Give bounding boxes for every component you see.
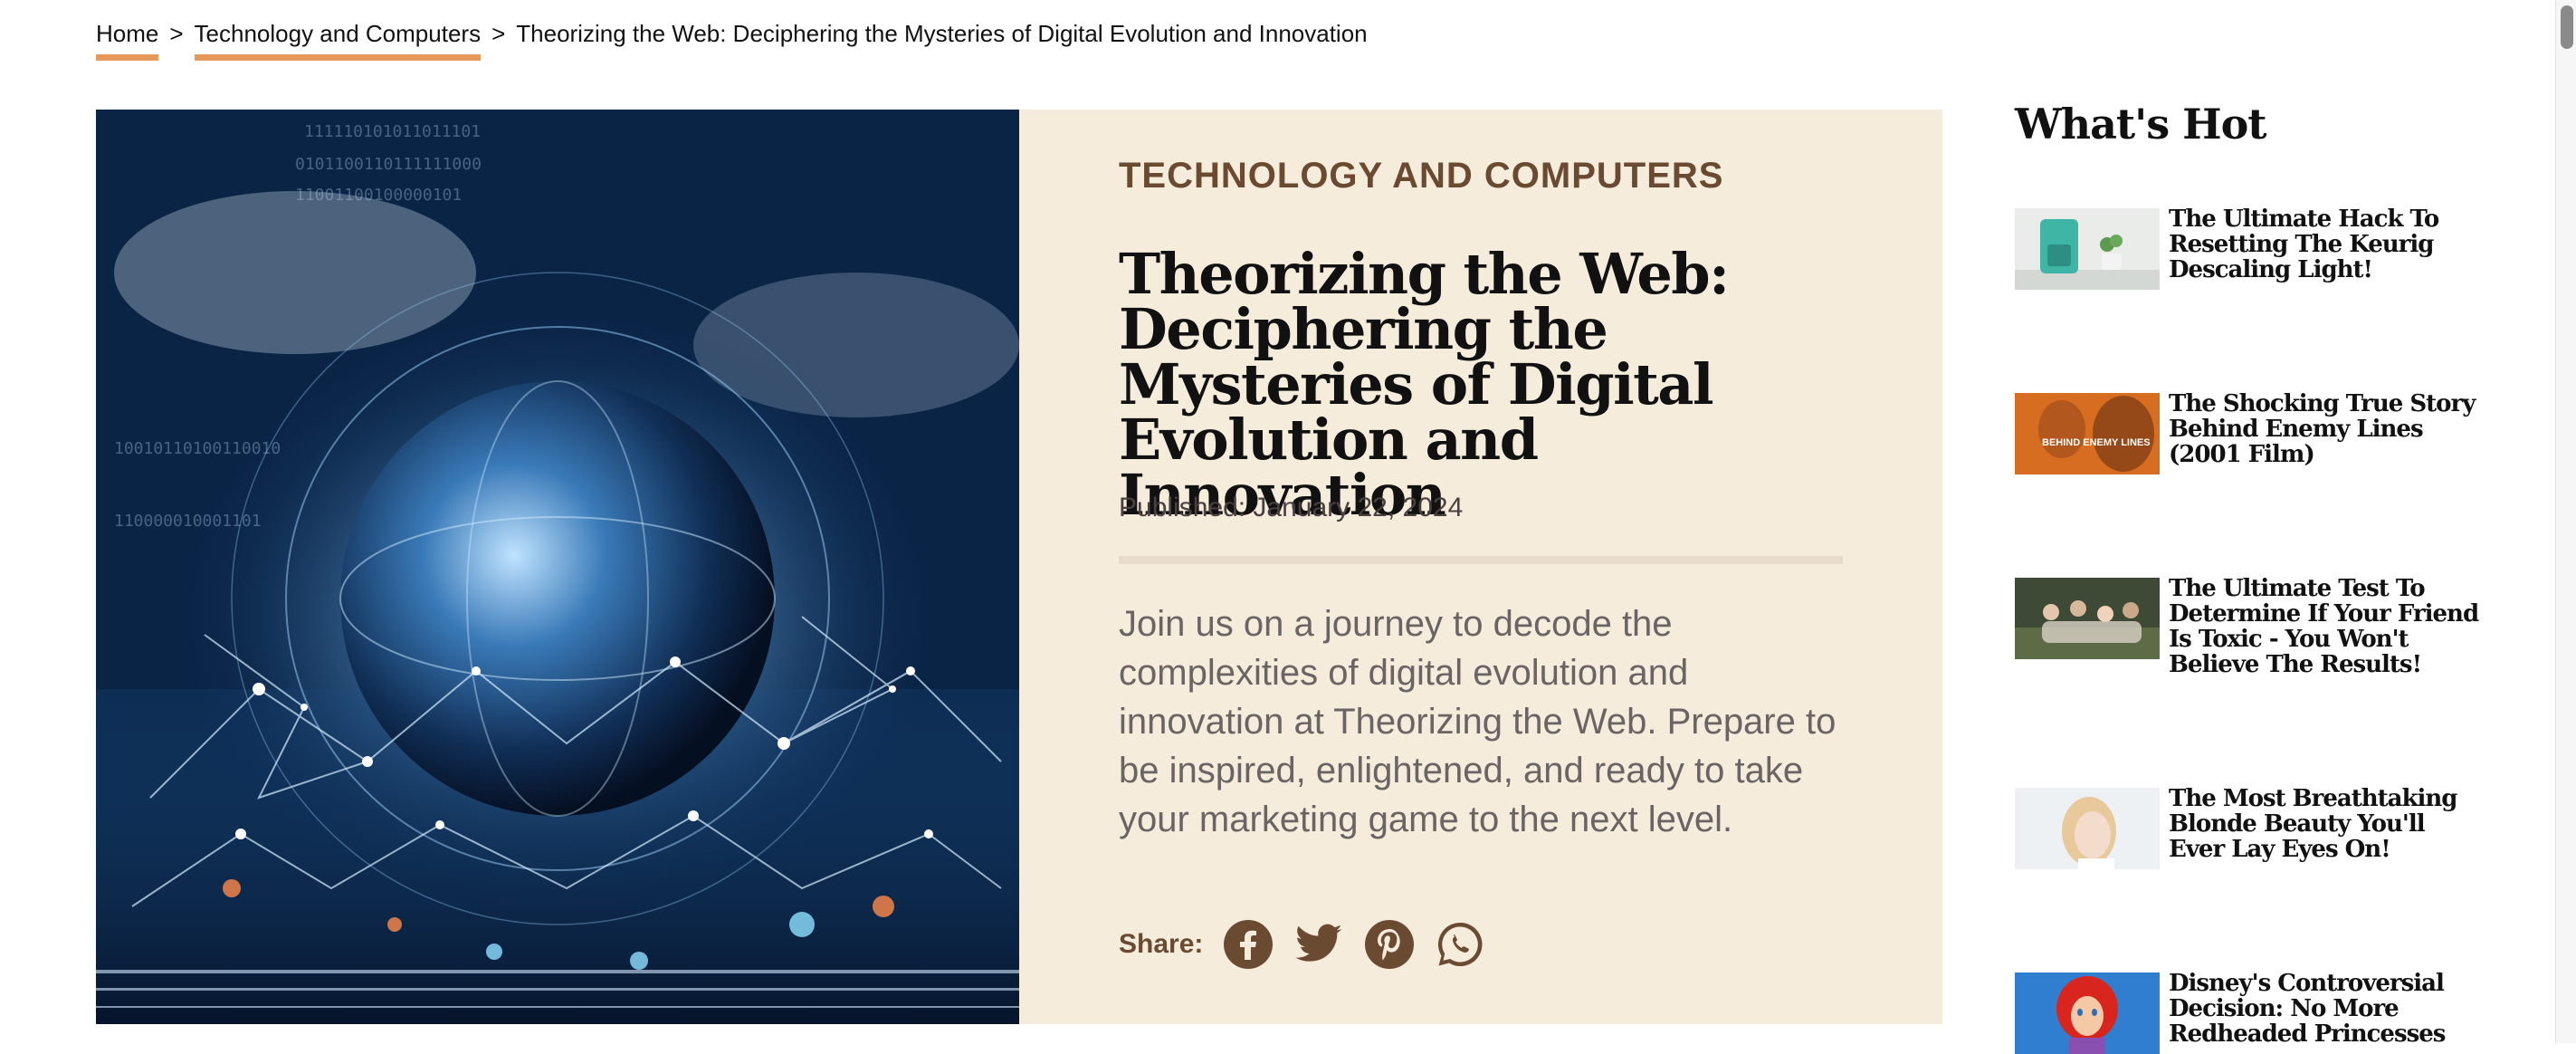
hot-item-title[interactable]: The Shocking True Story Behind Enemy Lin… xyxy=(2169,391,2485,467)
svg-text:10010110100110010: 10010110100110010 xyxy=(114,439,281,458)
svg-text:11001100100000101: 11001100100000101 xyxy=(295,186,462,205)
svg-text:110000010001101: 110000010001101 xyxy=(114,512,262,531)
hot-item[interactable]: The Ultimate Test To Determine If Your F… xyxy=(2015,576,2485,677)
hot-item-title[interactable]: Disney's Controversial Decision: No More… xyxy=(2169,971,2485,1047)
twitter-icon[interactable] xyxy=(1293,919,1344,970)
hot-item-thumbnail[interactable] xyxy=(2015,788,2160,869)
digital-globe-illustration: 111110101011011101 0101100110111111000 1… xyxy=(96,110,1019,1024)
divider xyxy=(1119,556,1843,564)
hot-item[interactable]: The Most Breathtaking Blonde Beauty You'… xyxy=(2015,786,2485,869)
hot-item-thumbnail[interactable] xyxy=(2015,208,2160,290)
thumbnail-caption: BEHIND ENEMY LINES xyxy=(2042,437,2151,448)
breadcrumb-current-page: Theorizing the Web: Deciphering the Myst… xyxy=(516,20,1368,47)
hot-item-title[interactable]: The Ultimate Test To Determine If Your F… xyxy=(2169,576,2485,677)
hot-item-thumbnail[interactable]: BEHIND ENEMY LINES xyxy=(2015,393,2160,474)
breadcrumb-home-link[interactable]: Home xyxy=(96,20,159,61)
share-bar: Share: xyxy=(1119,919,1485,970)
article-lead: Join us on a journey to decode the compl… xyxy=(1119,604,1837,839)
published-date: Published: January 22, 2024 xyxy=(1119,493,1464,522)
pinterest-icon[interactable] xyxy=(1364,919,1415,970)
page-scrollbar[interactable] xyxy=(2555,0,2576,1043)
breadcrumb: Home > Technology and Computers > Theori… xyxy=(96,20,1368,65)
facebook-icon[interactable] xyxy=(1223,919,1274,970)
hot-item-thumbnail[interactable] xyxy=(2015,973,2160,1054)
hot-item-title[interactable]: The Ultimate Hack To Resetting The Keuri… xyxy=(2169,206,2485,283)
svg-text:0101100110111111000: 0101100110111111000 xyxy=(295,155,482,174)
breadcrumb-category-link[interactable]: Technology and Computers xyxy=(194,20,481,61)
share-label: Share: xyxy=(1119,929,1204,959)
hot-item[interactable]: Disney's Controversial Decision: No More… xyxy=(2015,971,2485,1054)
breadcrumb-separator: > xyxy=(169,20,184,47)
scrollbar-thumb[interactable] xyxy=(2561,5,2573,49)
hot-item-title[interactable]: The Most Breathtaking Blonde Beauty You'… xyxy=(2169,786,2485,862)
svg-text:111110101011011101: 111110101011011101 xyxy=(304,122,481,141)
breadcrumb-separator: > xyxy=(491,20,506,47)
sidebar-title: What's Hot xyxy=(2015,100,2267,149)
hot-item-thumbnail[interactable] xyxy=(2015,578,2160,659)
hot-item[interactable]: The Ultimate Hack To Resetting The Keuri… xyxy=(2015,206,2485,290)
article-category-link[interactable]: TECHNOLOGY AND COMPUTERS xyxy=(1119,156,1723,196)
hero-image: 111110101011011101 0101100110111111000 1… xyxy=(96,110,1019,1024)
article-title: Theorizing the Web: Deciphering the Myst… xyxy=(1119,241,1730,528)
hot-item[interactable]: BEHIND ENEMY LINES The Shocking True Sto… xyxy=(2015,391,2485,474)
whats-hot-sidebar: What's Hot The Ultimate Hack To Resettin… xyxy=(2015,100,2485,1054)
whatsapp-icon[interactable] xyxy=(1435,919,1485,970)
